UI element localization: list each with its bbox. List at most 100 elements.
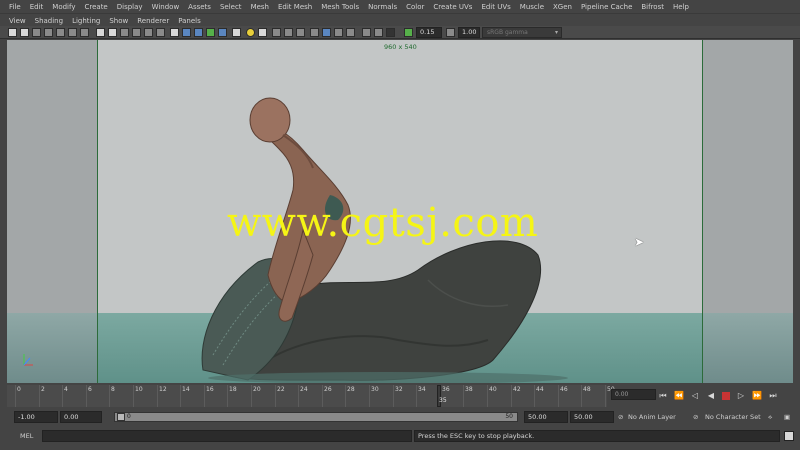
- ambient-occlusion-icon[interactable]: [258, 28, 267, 37]
- resolution-gate-icon[interactable]: [108, 28, 117, 37]
- menu-window[interactable]: Window: [152, 3, 180, 11]
- character-set-icon[interactable]: ⊘: [693, 413, 698, 421]
- wireframe-icon[interactable]: [170, 28, 179, 37]
- menu-assets[interactable]: Assets: [188, 3, 211, 11]
- default-light-icon[interactable]: [246, 28, 255, 37]
- current-frame-field[interactable]: 0.00: [611, 389, 656, 400]
- grid-icon[interactable]: [80, 28, 89, 37]
- panel-menu-shading[interactable]: Shading: [35, 17, 63, 25]
- play-backwards-icon[interactable]: ◀: [706, 391, 716, 401]
- key-icon[interactable]: ⟡: [768, 413, 772, 422]
- time-tick-label: 22: [277, 386, 285, 393]
- smooth-shade-icon[interactable]: [182, 28, 191, 37]
- time-tick-label: 38: [465, 386, 473, 393]
- panel-menu-show[interactable]: Show: [109, 17, 128, 25]
- menu-edit-uvs[interactable]: Edit UVs: [481, 3, 510, 11]
- menu-file[interactable]: File: [9, 3, 21, 11]
- menu-mesh[interactable]: Mesh: [251, 3, 269, 11]
- 2d-pan-icon[interactable]: [56, 28, 65, 37]
- safe-action-icon[interactable]: [144, 28, 153, 37]
- wireframe-on-shaded-icon[interactable]: [194, 28, 203, 37]
- grease-pencil-icon[interactable]: [68, 28, 77, 37]
- panel-menu-lighting[interactable]: Lighting: [72, 17, 100, 25]
- menu-mesh-tools[interactable]: Mesh Tools: [321, 3, 359, 11]
- anim-layer-dropdown[interactable]: No Anim Layer: [628, 413, 676, 421]
- step-forward-key-icon[interactable]: ⏩: [752, 391, 762, 401]
- bookmark-icon[interactable]: [32, 28, 41, 37]
- menu-edit[interactable]: Edit: [30, 3, 44, 11]
- anti-aliasing-icon[interactable]: [284, 28, 293, 37]
- film-gate-icon[interactable]: [96, 28, 105, 37]
- view-transform-icon[interactable]: [386, 28, 395, 37]
- character-set-dropdown[interactable]: No Character Set: [705, 413, 761, 421]
- use-all-lights-icon[interactable]: [218, 28, 227, 37]
- go-to-start-icon[interactable]: ⏮: [658, 391, 668, 401]
- anim-prefs-icon[interactable]: ▣: [784, 413, 790, 421]
- motion-blur-icon[interactable]: [272, 28, 281, 37]
- menu-display[interactable]: Display: [117, 3, 143, 11]
- panel-toolbar: 0.15 1.00 sRGB gamma ▾: [0, 26, 800, 39]
- xray-active-icon[interactable]: [346, 28, 355, 37]
- script-language-label[interactable]: MEL: [20, 432, 33, 440]
- menu-edit-mesh[interactable]: Edit Mesh: [278, 3, 312, 11]
- panel-menu-renderer[interactable]: Renderer: [137, 17, 169, 25]
- shadows-icon[interactable]: [232, 28, 241, 37]
- panel-menu-view[interactable]: View: [9, 17, 26, 25]
- panel-menu-panels[interactable]: Panels: [178, 17, 201, 25]
- viewport-3d[interactable]: 960 x 540 www.cgtsj.com ➤: [7, 40, 793, 383]
- menu-modify[interactable]: Modify: [52, 3, 75, 11]
- start-time-field[interactable]: -1.00: [14, 411, 58, 423]
- textured-icon[interactable]: [206, 28, 215, 37]
- gamma-field[interactable]: 1.00: [458, 27, 480, 38]
- depth-of-field-icon[interactable]: [296, 28, 305, 37]
- menu-pipeline-cache[interactable]: Pipeline Cache: [581, 3, 632, 11]
- gate-mask-icon[interactable]: [120, 28, 129, 37]
- stop-playback-icon[interactable]: [722, 392, 730, 400]
- select-camera-icon[interactable]: [8, 28, 17, 37]
- menu-xgen[interactable]: XGen: [553, 3, 572, 11]
- menu-create[interactable]: Create: [84, 3, 107, 11]
- step-back-frame-icon[interactable]: ◁: [690, 391, 700, 401]
- playback-end-field[interactable]: 50.00: [524, 411, 568, 423]
- exposure-field[interactable]: 0.15: [416, 27, 442, 38]
- step-forward-frame-icon[interactable]: ▷: [736, 391, 746, 401]
- menu-help[interactable]: Help: [673, 3, 689, 11]
- playback-start-field[interactable]: 0.00: [60, 411, 102, 423]
- menu-bifrost[interactable]: Bifrost: [641, 3, 664, 11]
- time-tick: [558, 385, 559, 407]
- go-to-end-icon[interactable]: ⏭: [768, 391, 778, 401]
- xray-icon[interactable]: [322, 28, 331, 37]
- menu-color[interactable]: Color: [406, 3, 424, 11]
- time-tick: [393, 385, 394, 407]
- gamma-toggle-icon[interactable]: [446, 28, 455, 37]
- range-slider[interactable]: 0 50: [114, 412, 518, 422]
- field-chart-icon[interactable]: [132, 28, 141, 37]
- time-tick: [109, 385, 110, 407]
- command-input[interactable]: [42, 430, 412, 442]
- camera-exposure-icon[interactable]: [362, 28, 371, 37]
- time-tick-label: 6: [88, 386, 92, 393]
- step-back-key-icon[interactable]: ⏪: [674, 391, 684, 401]
- playback-controls: ⏮ ⏪ ◁ ◀ ▷ ⏩ ⏭: [658, 391, 778, 401]
- image-plane-icon[interactable]: [44, 28, 53, 37]
- gamma-icon[interactable]: [374, 28, 383, 37]
- anim-layer-icon[interactable]: ⊘: [618, 413, 623, 421]
- range-slider-start-label: 0: [127, 413, 131, 420]
- safe-title-icon[interactable]: [156, 28, 165, 37]
- camera-attributes-icon[interactable]: [20, 28, 29, 37]
- chevron-down-icon: ▾: [554, 29, 558, 36]
- xray-joints-icon[interactable]: [334, 28, 343, 37]
- isolate-select-icon[interactable]: [310, 28, 319, 37]
- script-editor-icon[interactable]: [784, 431, 794, 441]
- exposure-icon[interactable]: [404, 28, 413, 37]
- time-slider[interactable]: 0 2 4 6 8 10 12 14 16 18 20 22 24 26 28 30 32 34 36 38 40 42 4…: [7, 385, 615, 407]
- end-time-field[interactable]: 50.00: [570, 411, 614, 423]
- menu-create-uvs[interactable]: Create UVs: [433, 3, 472, 11]
- range-slider-handle[interactable]: [117, 413, 125, 421]
- colorspace-dropdown[interactable]: sRGB gamma ▾: [482, 27, 562, 38]
- menu-muscle[interactable]: Muscle: [520, 3, 544, 11]
- menu-select[interactable]: Select: [220, 3, 242, 11]
- time-tick: [534, 385, 535, 407]
- time-tick: [15, 385, 16, 407]
- menu-normals[interactable]: Normals: [368, 3, 397, 11]
